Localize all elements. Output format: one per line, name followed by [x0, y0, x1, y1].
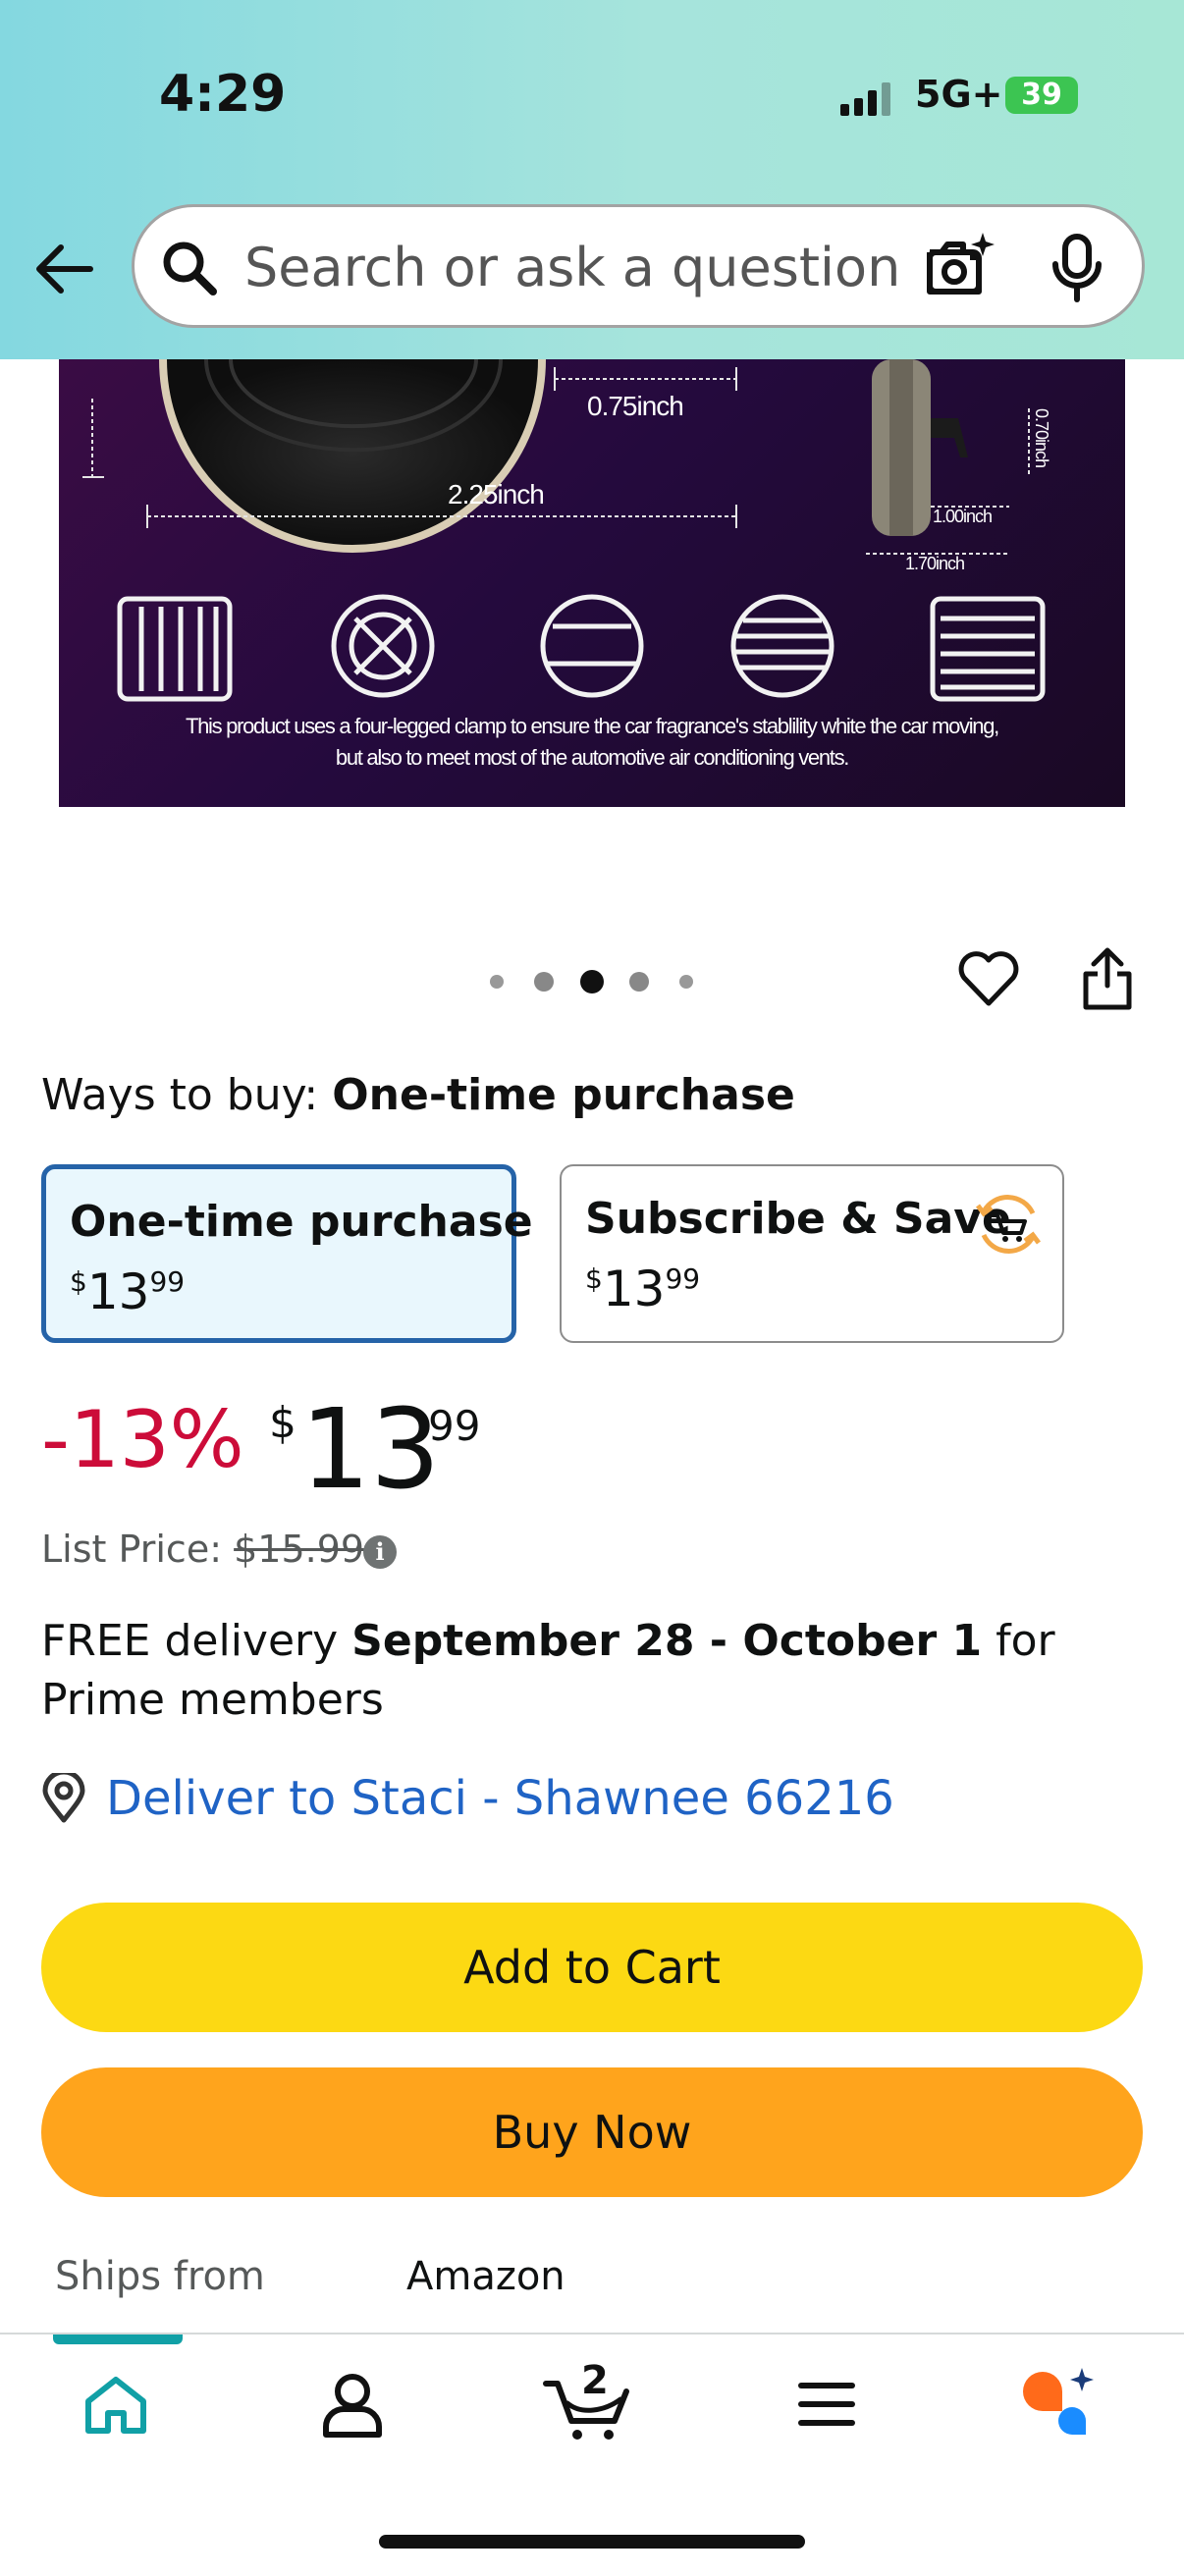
product-image[interactable]: 0.75inch 2.25inch 0.70inch 1.00inch 1.70…	[59, 359, 1125, 807]
ways-to-buy: Ways to buy: One-time purchase	[41, 1070, 795, 1120]
option-price: $1399	[585, 1261, 700, 1317]
option-subscribe-save[interactable]: Subscribe & Save $1399	[560, 1164, 1064, 1343]
list-price-label: List Price:	[41, 1528, 223, 1571]
ways-label: Ways to buy:	[41, 1070, 319, 1120]
delivery-dates: September 28 - October 1	[351, 1616, 983, 1666]
price-cents: 99	[665, 1262, 701, 1295]
price-cents: 99	[149, 1265, 186, 1298]
rufus-assistant-icon[interactable]	[1019, 2364, 1102, 2442]
add-to-cart-button[interactable]: Add to Cart	[41, 1903, 1143, 2032]
subscribe-cart-icon	[976, 1195, 1041, 1254]
carousel-dot[interactable]	[679, 975, 693, 989]
buy-now-button[interactable]: Buy Now	[41, 2067, 1143, 2197]
carousel-dot[interactable]	[490, 975, 504, 989]
option-one-time-purchase[interactable]: One-time purchase $1399	[41, 1164, 533, 1343]
deliver-to-link[interactable]: Deliver to Staci - Shawnee 66216	[106, 1771, 894, 1826]
camera-icon[interactable]	[922, 231, 996, 301]
ways-selected: One-time purchase	[332, 1070, 795, 1120]
dimension-label: 0.70inch	[1032, 408, 1051, 468]
ships-from-label: Ships from	[55, 2254, 265, 2299]
carousel-dot[interactable]	[534, 972, 554, 992]
price-whole: 13	[300, 1386, 441, 1514]
option-title: One-time purchase	[70, 1197, 533, 1247]
menu-icon[interactable]	[797, 2380, 856, 2429]
search-box[interactable]	[132, 204, 1145, 328]
search-input[interactable]	[244, 233, 1030, 301]
dimension-label: 2.25inch	[448, 479, 545, 510]
heart-icon[interactable]	[956, 948, 1021, 1009]
battery-indicator: 39	[1005, 77, 1078, 114]
info-icon[interactable]: i	[363, 1535, 397, 1569]
dimension-label: 1.70inch	[905, 554, 965, 573]
cart-count: 2	[581, 2358, 609, 2403]
price-cents: 99	[428, 1402, 481, 1450]
currency-symbol: $	[585, 1262, 603, 1295]
option-price: $1399	[70, 1263, 185, 1320]
caption-line: This product uses a four-legged clamp to…	[185, 714, 999, 738]
price-whole: 13	[602, 1261, 666, 1317]
currency-symbol: $	[269, 1398, 296, 1448]
account-icon[interactable]	[320, 2372, 385, 2439]
caption-line: but also to meet most of the automotive …	[335, 745, 850, 770]
carousel-dot-active[interactable]	[580, 970, 604, 993]
home-indicator-bar	[379, 2535, 805, 2549]
status-time: 4:29	[159, 65, 287, 124]
carousel-dot[interactable]	[629, 972, 649, 992]
list-price-value: $15.99	[234, 1528, 365, 1571]
price-whole: 13	[86, 1263, 150, 1320]
mic-icon[interactable]	[1049, 233, 1104, 303]
image-caption: This product uses a four-legged clamp to…	[59, 711, 1125, 774]
share-icon[interactable]	[1080, 946, 1135, 1011]
active-tab-indicator	[53, 2334, 183, 2344]
dimension-label: 0.75inch	[587, 391, 684, 421]
location-pin-icon	[42, 1773, 85, 1823]
delivery-prefix: FREE delivery	[41, 1616, 352, 1666]
search-icon	[163, 242, 217, 295]
network-type: 5G+	[915, 73, 1003, 116]
ships-from-value: Amazon	[406, 2254, 565, 2299]
dimension-label: 1.00inch	[933, 507, 993, 526]
list-price: List Price: $15.99	[41, 1528, 364, 1571]
option-title: Subscribe & Save	[585, 1194, 1011, 1244]
discount-percent: -13%	[41, 1394, 244, 1485]
home-icon[interactable]	[82, 2374, 149, 2437]
delivery-info: FREE delivery September 28 - October 1 f…	[41, 1612, 1151, 1730]
back-arrow-icon[interactable]	[33, 242, 96, 296]
signal-icon	[840, 82, 890, 116]
currency-symbol: $	[70, 1265, 87, 1298]
